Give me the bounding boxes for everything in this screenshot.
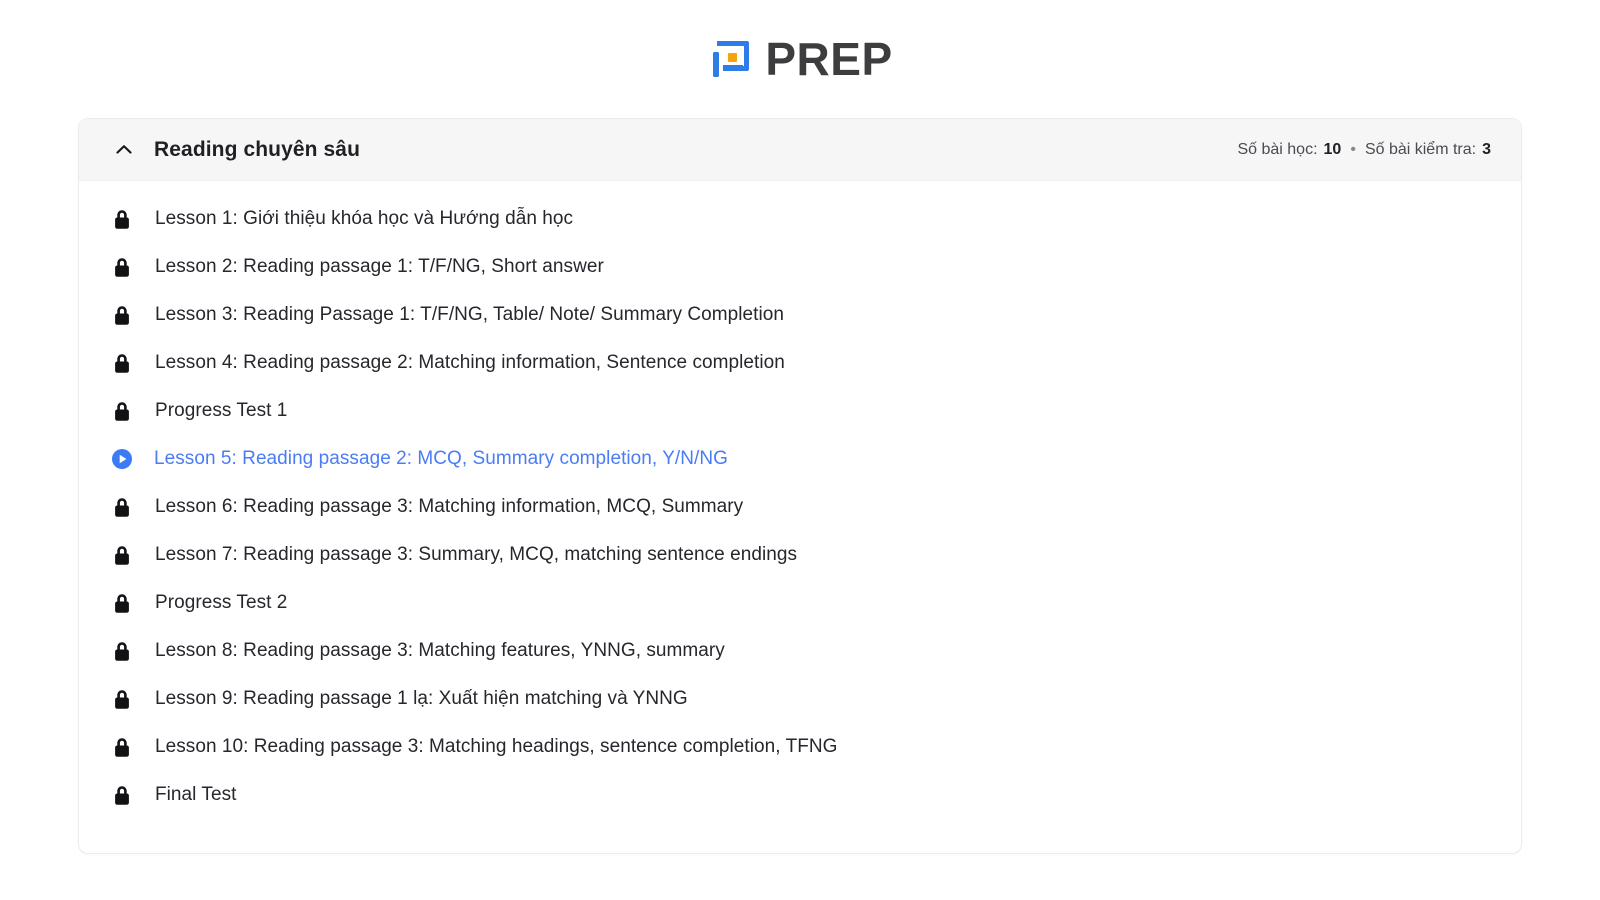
lesson-label: Final Test xyxy=(155,783,237,805)
lesson-label: Progress Test 1 xyxy=(155,399,288,421)
lock-icon xyxy=(111,783,133,807)
brand-header: PREP xyxy=(0,0,1600,118)
lock-icon xyxy=(111,351,133,375)
lesson-label: Lesson 5: Reading passage 2: MCQ, Summar… xyxy=(154,447,728,469)
lock-icon xyxy=(111,687,133,711)
play-circle-icon xyxy=(111,447,133,471)
lesson-row-active[interactable]: Lesson 5: Reading passage 2: MCQ, Summar… xyxy=(79,435,1521,483)
prep-logo[interactable]: PREP xyxy=(707,35,892,83)
prep-logo-icon xyxy=(707,35,755,83)
lesson-row[interactable]: Lesson 4: Reading passage 2: Matching in… xyxy=(79,339,1521,387)
lock-icon xyxy=(111,735,133,759)
lessons-count-value: 10 xyxy=(1323,140,1342,158)
lesson-label: Lesson 3: Reading Passage 1: T/F/NG, Tab… xyxy=(155,303,784,325)
lesson-row[interactable]: Progress Test 2 xyxy=(79,579,1521,627)
lesson-list: Lesson 1: Giới thiệu khóa học và Hướng d… xyxy=(79,181,1521,853)
section-stats: Số bài học: 10 • Số bài kiểm tra: 3 xyxy=(1237,141,1491,159)
lesson-label: Lesson 9: Reading passage 1 lạ: Xuất hiệ… xyxy=(155,687,688,709)
lesson-label: Progress Test 2 xyxy=(155,591,288,613)
tests-count-value: 3 xyxy=(1482,140,1491,158)
lesson-row[interactable]: Final Test xyxy=(79,771,1521,819)
stats-separator: • xyxy=(1350,140,1356,158)
course-section-header[interactable]: Reading chuyên sâu Số bài học: 10 • Số b… xyxy=(79,119,1521,181)
lesson-label: Lesson 8: Reading passage 3: Matching fe… xyxy=(155,639,725,661)
lesson-label: Lesson 7: Reading passage 3: Summary, MC… xyxy=(155,543,798,565)
lesson-row[interactable]: Lesson 10: Reading passage 3: Matching h… xyxy=(79,723,1521,771)
lesson-row[interactable]: Lesson 2: Reading passage 1: T/F/NG, Sho… xyxy=(79,243,1521,291)
chevron-up-icon[interactable] xyxy=(111,137,137,163)
lesson-row[interactable]: Lesson 3: Reading Passage 1: T/F/NG, Tab… xyxy=(79,291,1521,339)
lesson-row[interactable]: Progress Test 1 xyxy=(79,387,1521,435)
lock-icon xyxy=(111,303,133,327)
lock-icon xyxy=(111,591,133,615)
tests-count-label: Số bài kiểm tra: xyxy=(1364,140,1477,158)
prep-wordmark: PREP xyxy=(765,33,893,85)
lesson-row[interactable]: Lesson 7: Reading passage 3: Summary, MC… xyxy=(79,531,1521,579)
lock-icon xyxy=(111,639,133,663)
lesson-row[interactable]: Lesson 1: Giới thiệu khóa học và Hướng d… xyxy=(79,195,1521,243)
page-title: Reading chuyên sâu xyxy=(154,137,361,161)
lesson-label: Lesson 6: Reading passage 3: Matching in… xyxy=(155,495,744,517)
lesson-row[interactable]: Lesson 8: Reading passage 3: Matching fe… xyxy=(79,627,1521,675)
lesson-label: Lesson 4: Reading passage 2: Matching in… xyxy=(155,351,785,373)
lock-icon xyxy=(111,255,133,279)
content-area: Reading chuyên sâu Số bài học: 10 • Số b… xyxy=(0,118,1600,854)
lesson-row[interactable]: Lesson 6: Reading passage 3: Matching in… xyxy=(79,483,1521,531)
lock-icon xyxy=(111,399,133,423)
lesson-label: Lesson 10: Reading passage 3: Matching h… xyxy=(155,735,838,757)
lesson-label: Lesson 1: Giới thiệu khóa học và Hướng d… xyxy=(155,207,574,229)
course-section-card: Reading chuyên sâu Số bài học: 10 • Số b… xyxy=(78,118,1522,854)
lock-icon xyxy=(111,543,133,567)
lock-icon xyxy=(111,207,133,231)
lesson-label: Lesson 2: Reading passage 1: T/F/NG, Sho… xyxy=(155,255,604,277)
lessons-count-label: Số bài học: xyxy=(1237,140,1318,158)
lesson-row[interactable]: Lesson 9: Reading passage 1 lạ: Xuất hiệ… xyxy=(79,675,1521,723)
lock-icon xyxy=(111,495,133,519)
